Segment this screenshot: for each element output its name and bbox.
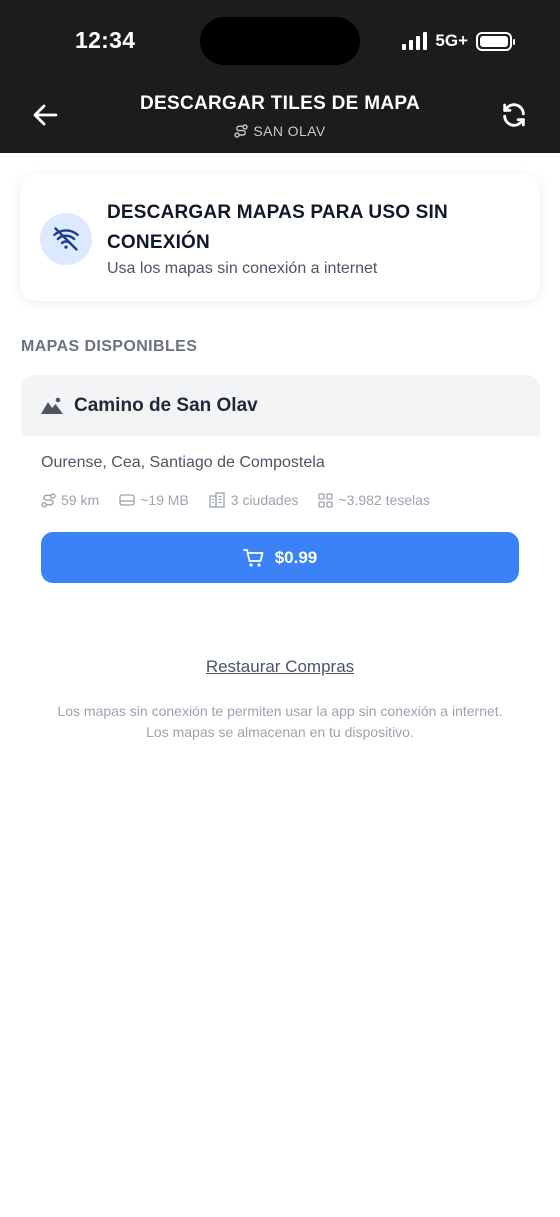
stat-cities-value: 3 ciudades — [230, 492, 299, 508]
screen: 12:34 5G+ DESCARGAR TILES DE MAPA SAN OL… — [0, 0, 560, 1217]
offline-info-card: DESCARGAR MAPAS PARA USO SIN CONEXIÓN Us… — [20, 174, 540, 301]
network-label: 5G+ — [435, 31, 468, 50]
offline-icon-badge — [40, 213, 92, 265]
offline-card-description: Usa los mapas sin conexión a internet — [107, 260, 378, 277]
dynamic-island — [200, 17, 360, 65]
refresh-icon — [503, 103, 525, 127]
status-indicators: 5G+ — [402, 30, 515, 52]
wifi-off-icon — [53, 227, 79, 251]
status-time: 12:34 — [75, 27, 136, 53]
grid-icon — [318, 492, 334, 508]
section-title: MAPAS DISPONIBLES — [21, 338, 198, 355]
map-card-header: Camino de San Olav — [21, 375, 540, 436]
route-icon — [234, 124, 249, 138]
stat-cities: 3 ciudades — [209, 492, 299, 508]
stat-tiles-value: ~3.982 teselas — [338, 492, 430, 508]
map-cities: Ourense, Cea, Santiago de Compostela — [41, 454, 325, 471]
buildings-icon — [209, 492, 225, 508]
stat-distance: 59 km — [41, 492, 99, 508]
signal-icon — [402, 32, 428, 50]
page-title: DESCARGAR TILES DE MAPA — [140, 93, 420, 114]
stat-size: ~19 MB — [119, 492, 189, 508]
footnote-line-2: Los mapas se almacenan en tu dispositivo… — [146, 724, 414, 740]
map-name: Camino de San Olav — [74, 394, 258, 416]
battery-icon — [476, 31, 515, 51]
buy-map-button[interactable]: $0.99 — [41, 532, 519, 583]
page-subtitle: SAN OLAV — [0, 123, 560, 139]
stat-distance-value: 59 km — [61, 492, 100, 508]
map-stats: 59 km ~19 MB 3 ciudades ~3.982 teselas — [41, 492, 450, 508]
route-icon — [41, 492, 56, 508]
header: 12:34 5G+ DESCARGAR TILES DE MAPA SAN OL… — [0, 0, 560, 153]
buy-price: $0.99 — [274, 547, 318, 567]
hard-drive-icon — [119, 494, 135, 506]
subtitle-text: SAN OLAV — [253, 123, 326, 139]
offline-card-title: DESCARGAR MAPAS PARA USO SIN CONEXIÓN — [107, 202, 448, 253]
cart-icon — [242, 548, 264, 567]
map-card: Camino de San Olav Ourense, Cea, Santiag… — [21, 375, 540, 590]
stat-tiles: ~3.982 teselas — [318, 492, 430, 508]
footnote: Los mapas sin conexión te permiten usar … — [0, 701, 560, 743]
refresh-button[interactable] — [500, 101, 528, 129]
footnote-line-1: Los mapas sin conexión te permiten usar … — [57, 703, 503, 719]
restore-purchases-link[interactable]: Restaurar Compras — [0, 657, 560, 677]
battery-fill — [480, 35, 508, 47]
stat-size-value: ~19 MB — [140, 492, 189, 508]
mountain-icon — [41, 397, 63, 414]
